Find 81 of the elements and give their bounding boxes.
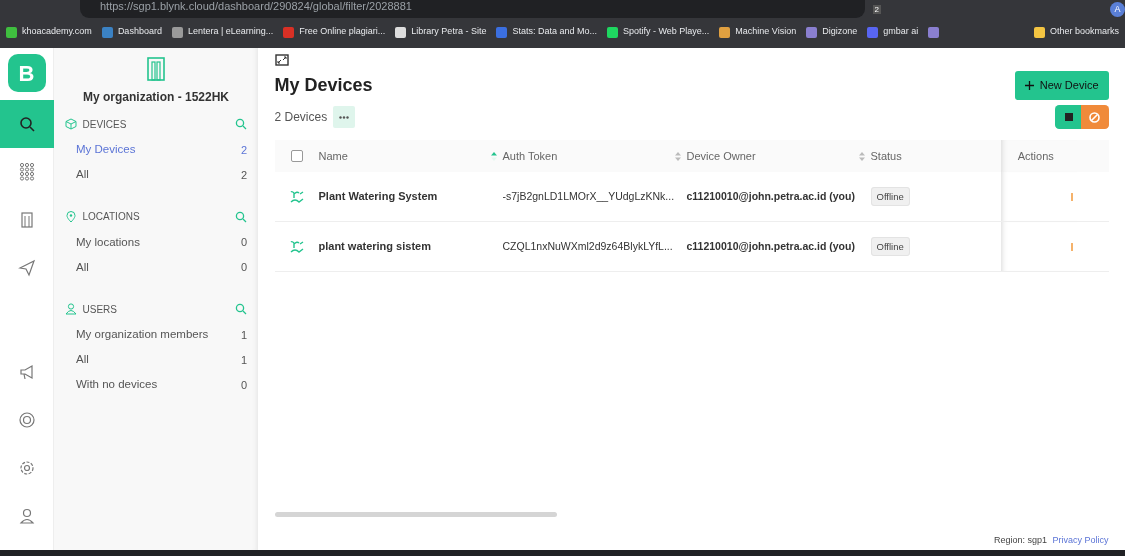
item-count: 2 xyxy=(240,167,247,183)
sort-icon[interactable] xyxy=(859,151,865,161)
sidebar-item[interactable]: My Devices xyxy=(76,141,241,159)
actions-handle-icon[interactable] xyxy=(1070,192,1073,201)
item-count: 1 xyxy=(240,352,247,368)
section-title: USERS xyxy=(82,302,118,317)
sort-icon[interactable] xyxy=(491,151,497,161)
privacy-link[interactable]: Privacy Policy xyxy=(1052,533,1109,548)
user-icon xyxy=(65,303,77,316)
auth-token: -s7jB2gnLD1LMOrX__YUdgLzKNk... xyxy=(502,188,676,204)
cube-icon xyxy=(65,118,77,131)
sidebar-item[interactable]: My locations xyxy=(76,233,241,251)
sidebar-item[interactable]: All xyxy=(76,258,241,276)
bookmark[interactable]: Library Petra - Site xyxy=(395,25,487,39)
page-title: My Devices xyxy=(274,73,373,97)
bookmark[interactable]: gmbar ai xyxy=(867,25,919,39)
status-badge: Offline xyxy=(870,237,910,257)
item-count: 2 xyxy=(240,142,247,158)
sidebar-item[interactable]: With no devices xyxy=(76,376,241,394)
column-header[interactable]: Status xyxy=(870,147,995,165)
bookmark[interactable]: Digizone xyxy=(806,25,858,39)
item-count: 0 xyxy=(240,377,247,393)
building-icon xyxy=(145,56,167,83)
grid-icon xyxy=(18,163,36,181)
select-all-checkbox[interactable] xyxy=(290,150,303,162)
address-bar[interactable]: https://sgp1.blynk.cloud/dashboard/290824/global/filter/2028881 xyxy=(80,0,865,18)
sidebar-item[interactable]: My organization members xyxy=(76,326,241,344)
bookmark[interactable]: Lentera | eLearning... xyxy=(171,25,274,39)
column-header[interactable]: Actions xyxy=(1000,147,1071,165)
square-icon xyxy=(1065,113,1073,121)
sidebar-item[interactable]: All xyxy=(76,351,241,369)
fullscreen-icon[interactable] xyxy=(274,53,289,66)
bookmark[interactable]: Spotify - Web Playe... xyxy=(606,25,710,39)
device-owner: c11210010@john.petra.ac.id (you) xyxy=(686,238,856,254)
region-label: Region: sgp1 xyxy=(993,533,1047,547)
new-device-button[interactable]: New Device xyxy=(1015,71,1109,100)
column-header[interactable]: Name xyxy=(318,147,491,165)
status-badge: Offline xyxy=(870,187,910,207)
folder-icon xyxy=(1033,26,1045,38)
settings-icon xyxy=(18,459,36,477)
bookmark[interactable]: khoacademy.com xyxy=(6,25,92,39)
item-count: 0 xyxy=(240,235,247,250)
search-icon xyxy=(18,115,36,133)
auth-token: CZQL1nxNuWXml2d9z64BlykLYfL... xyxy=(502,238,674,254)
column-header[interactable]: Auth Token xyxy=(502,147,675,165)
location-pin-icon xyxy=(65,210,77,223)
search-icon[interactable] xyxy=(235,118,247,131)
search-icon[interactable] xyxy=(235,303,247,316)
profile-avatar[interactable]: A xyxy=(1110,1,1125,17)
notification-badge: 2 xyxy=(872,5,881,14)
device-name[interactable]: plant watering sistem xyxy=(318,238,503,255)
item-count: 1 xyxy=(240,327,247,343)
building-icon xyxy=(18,211,36,229)
sort-icon[interactable] xyxy=(675,151,681,161)
bookmark[interactable]: Dashboard xyxy=(101,25,162,39)
section-title: LOCATIONS xyxy=(82,210,141,225)
user-icon xyxy=(18,507,36,525)
nav-button[interactable] xyxy=(0,100,54,148)
horizontal-scrollbar[interactable] xyxy=(274,512,557,518)
more-icon xyxy=(338,115,349,119)
megaphone-icon xyxy=(18,363,36,381)
item-count: 0 xyxy=(240,260,247,275)
bookmark[interactable]: Stats: Data and Mo... xyxy=(496,25,597,39)
bookmark[interactable]: Free Online plagiari... xyxy=(283,25,386,39)
device-name[interactable]: Plant Watering System xyxy=(318,188,503,205)
lifebuoy-icon xyxy=(18,411,36,429)
paper-plane-icon xyxy=(18,259,36,277)
bookmark-folder[interactable]: Other bookmarks xyxy=(1033,25,1119,39)
list-view-button[interactable] xyxy=(1055,105,1083,129)
sidebar-item[interactable]: All xyxy=(76,166,241,184)
search-icon[interactable] xyxy=(235,210,247,223)
section-title: DEVICES xyxy=(82,117,128,132)
device-owner: c11210010@john.petra.ac.id (you) xyxy=(686,188,856,204)
organization-name: My organization - 1522HK xyxy=(82,88,230,106)
column-header[interactable]: Device Owner xyxy=(686,147,859,165)
blocked-icon xyxy=(1089,111,1100,123)
bookmark[interactable]: Machine Vision xyxy=(719,25,797,39)
device-count: 2 Devices xyxy=(274,109,328,126)
actions-handle-icon[interactable] xyxy=(1070,242,1073,251)
plus-icon xyxy=(1025,80,1035,90)
more-button[interactable] xyxy=(332,106,355,128)
